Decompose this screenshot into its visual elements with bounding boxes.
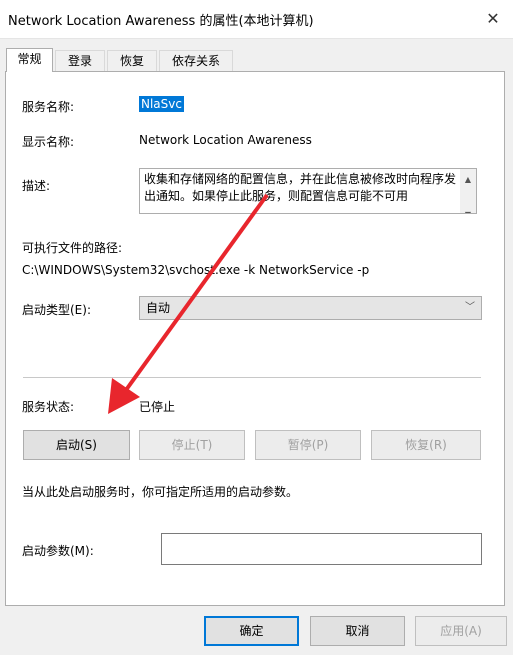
start-params-hint: 当从此处启动服务时，你可指定所适用的启动参数。 — [22, 485, 299, 499]
service-name-label: 服务名称: — [22, 100, 75, 114]
resume-button[interactable]: 恢复(R) — [371, 430, 481, 460]
description-scrollbar[interactable]: ▲ ▼ — [460, 169, 476, 213]
service-name-text: NlaSvc — [139, 96, 184, 112]
pause-button[interactable]: 暂停(P) — [255, 430, 361, 460]
start-params-label: 启动参数(M): — [22, 544, 94, 558]
ok-button[interactable]: 确定 — [204, 616, 299, 646]
startup-type-label: 启动类型(E): — [22, 303, 91, 317]
startup-type-select[interactable]: 自动 ﹀ — [139, 296, 482, 320]
path-label: 可执行文件的路径: — [22, 241, 123, 255]
cancel-button[interactable]: 取消 — [310, 616, 405, 646]
display-name-label: 显示名称: — [22, 135, 75, 149]
apply-button[interactable]: 应用(A) — [415, 616, 507, 646]
scroll-up-icon[interactable]: ▲ — [460, 171, 476, 188]
description-label: 描述: — [22, 179, 51, 193]
display-name-value: Network Location Awareness — [139, 133, 312, 147]
stop-button[interactable]: 停止(T) — [139, 430, 245, 460]
window-title: Network Location Awareness 的属性(本地计算机) — [8, 14, 314, 29]
path-value: C:\WINDOWS\System32\svchost.exe -k Netwo… — [22, 263, 370, 277]
general-panel: 服务名称: NlaSvc 显示名称: Network Location Awar… — [5, 71, 505, 606]
tab-general[interactable]: 常规 — [6, 48, 53, 72]
tab-logon[interactable]: 登录 — [55, 50, 105, 71]
service-name-value[interactable]: NlaSvc — [139, 96, 184, 112]
start-params-input[interactable] — [161, 533, 482, 565]
service-status-value: 已停止 — [139, 400, 176, 414]
tab-recovery[interactable]: 恢复 — [107, 50, 157, 71]
startup-type-value: 自动 — [146, 301, 171, 315]
divider — [23, 377, 481, 378]
close-icon[interactable]: ✕ — [481, 6, 505, 30]
service-status-label: 服务状态: — [22, 400, 75, 414]
start-button[interactable]: 启动(S) — [23, 430, 130, 460]
description-text: 收集和存储网络的配置信息，并在此信息被修改时向程序发出通知。如果停止此服务，则配… — [144, 172, 457, 203]
scroll-down-icon[interactable]: ▼ — [460, 206, 476, 213]
tab-dependencies[interactable]: 依存关系 — [159, 50, 233, 71]
title-bar: Network Location Awareness 的属性(本地计算机) ✕ — [0, 0, 513, 39]
chevron-down-icon: ﹀ — [465, 302, 475, 313]
description-box[interactable]: 收集和存储网络的配置信息，并在此信息被修改时向程序发出通知。如果停止此服务，则配… — [139, 168, 477, 214]
